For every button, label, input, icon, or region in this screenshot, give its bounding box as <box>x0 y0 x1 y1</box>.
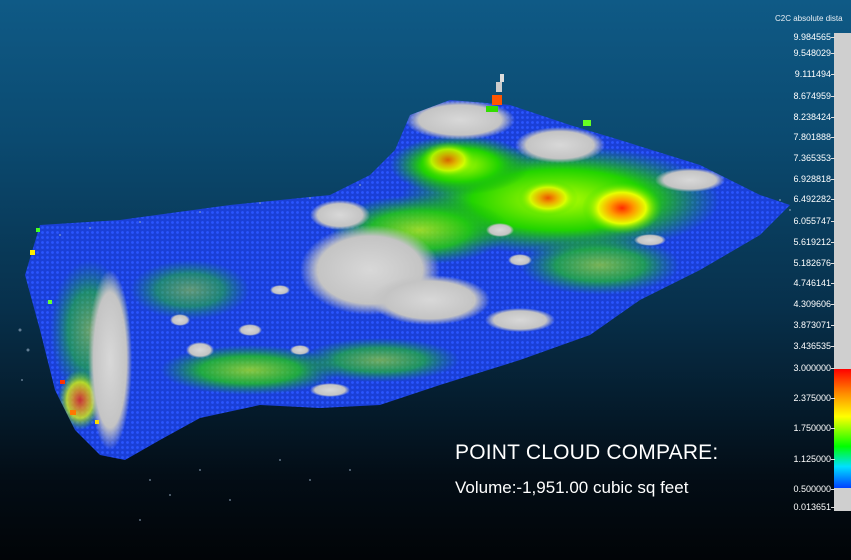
scale-tick-label: 3.436535 <box>793 341 831 351</box>
scale-tick-label: 7.365353 <box>793 153 831 163</box>
scale-tick-label: 4.309606 <box>793 299 831 309</box>
scale-tick-label: 9.984565 <box>793 32 831 42</box>
scale-tick-label: 6.928818 <box>793 174 831 184</box>
3d-viewport[interactable] <box>0 0 851 560</box>
scale-tick-mark <box>831 53 835 54</box>
scale-tick-mark <box>831 199 835 200</box>
scale-title: C2C absolute dista <box>775 14 843 23</box>
scale-tick-label: 8.674959 <box>793 91 831 101</box>
scale-tick-mark <box>831 398 835 399</box>
scale-tick-mark <box>831 459 835 460</box>
scale-tick-mark <box>831 325 835 326</box>
scale-tick-label: 3.873071 <box>793 320 831 330</box>
scale-tick-label: 5.619212 <box>793 237 831 247</box>
scale-tick-mark <box>831 283 835 284</box>
scale-tick-mark <box>831 304 835 305</box>
scale-tick-label: 1.125000 <box>793 454 831 464</box>
scale-tick-label: 8.238424 <box>793 112 831 122</box>
scale-tick-mark <box>831 117 835 118</box>
scale-tick-label: 9.111494 <box>794 69 831 79</box>
scale-tick-mark <box>831 96 835 97</box>
scale-tick-mark <box>831 137 835 138</box>
scale-tick-label: 4.746141 <box>793 278 831 288</box>
scale-tick-mark <box>831 179 835 180</box>
scale-tick-label: 0.013651 <box>793 502 831 512</box>
scale-tick-mark <box>831 346 835 347</box>
scale-tick-mark <box>831 37 835 38</box>
scale-tick-label: 1.750000 <box>793 423 831 433</box>
scale-tick-label: 3.000000 <box>793 363 831 373</box>
scale-tick-mark <box>831 263 835 264</box>
scale-tick-label: 7.801888 <box>793 132 831 142</box>
scale-tick-label: 5.182676 <box>793 258 831 268</box>
scale-tick-label: 9.548029 <box>793 48 831 58</box>
scale-tick-label: 6.055747 <box>793 216 831 226</box>
scale-tick-label: 6.492282 <box>793 194 831 204</box>
scale-tick-mark <box>831 428 835 429</box>
point-cloud[interactable] <box>0 0 851 560</box>
color-scale-gradient <box>834 369 851 488</box>
overlay-volume: Volume:-1,951.00 cubic sq feet <box>455 478 689 497</box>
scale-tick-mark <box>831 507 835 508</box>
scale-tick-mark <box>831 242 835 243</box>
scale-tick-mark <box>831 74 835 75</box>
scale-tick-label: 0.500000 <box>793 484 831 494</box>
scale-tick-mark <box>831 221 835 222</box>
scale-tick-mark <box>831 158 835 159</box>
overlay-title: POINT CLOUD COMPARE: <box>455 441 719 464</box>
scale-tick-mark <box>831 489 835 490</box>
scale-tick-mark <box>831 368 835 369</box>
scale-tick-label: 2.375000 <box>793 393 831 403</box>
